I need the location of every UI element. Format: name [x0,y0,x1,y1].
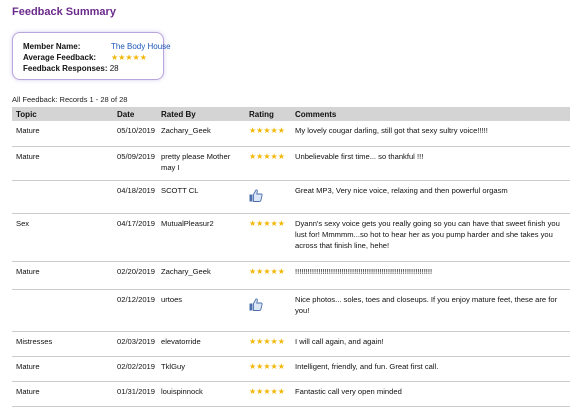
rating-stars: ★★★★★ [249,151,285,161]
header-topic: Topic [12,107,99,121]
header-comments: Comments [291,107,570,121]
feedback-responses-count: 28 [109,64,119,73]
cell-rated-by: pretty please Mother may I [157,146,245,181]
cell-rating [245,289,291,332]
cell-rated-by: Zachary_Geek [157,261,245,290]
table-row: Mature 01/31/2019 louispinnock ★★★★★ Fantast… [12,381,570,407]
cell-date: 04/17/2019 [99,213,157,262]
cell-comments: Fantastic call very open minded [291,381,570,407]
cell-rating: ★★★★★ [245,213,291,262]
table-row: Mature 05/10/2019 Zachary_Geek ★★★★★ My love… [12,121,570,147]
cell-rated-by: urtoes [157,289,245,332]
cell-rating: ★★★★★ [245,146,291,181]
rating-stars: ★★★★★ [249,126,285,135]
cell-topic [12,289,99,332]
rating-stars: ★★★★★ [249,361,285,371]
cell-comments: Great MP3, Very nice voice, relaxing and… [291,180,570,214]
summary-average-row: Average Feedback: ★★★★★ [23,53,147,63]
cell-rated-by: elevatorride [157,331,245,357]
cell-rating: ★★★★★ [245,381,291,407]
member-name-label: Member Name: [23,42,81,51]
member-name-link[interactable]: The Body House [111,42,171,52]
cell-topic: Mature [12,381,99,407]
rating-stars: ★★★★★ [249,336,285,346]
cell-rated-by: louispinnock [157,381,245,407]
cell-date: 02/02/2019 [99,356,157,382]
cell-comments: My lovely cougar darling, still got that… [291,121,570,147]
cell-rated-by: SCOTT CL [157,180,245,214]
cell-rated-by: MutualPleasur2 [157,213,245,262]
summary-responses-row: Feedback Responses: 28 [23,64,119,74]
cell-comments: I will call again, and again! [291,331,570,357]
feedback-responses-label: Feedback Responses: [23,64,108,73]
cell-topic: Sex [12,213,99,262]
cell-comments: Unbelievable first time... so thankful !… [291,146,570,181]
header-rating: Rating [245,107,291,121]
cell-topic: Mature [12,121,99,147]
cell-rating: ★★★★★ [245,356,291,382]
header-date: Date [99,107,157,121]
cell-date: 05/10/2019 [99,121,157,147]
page-title: Feedback Summary [12,6,116,18]
cell-rated-by: TklGuy [157,356,245,382]
records-line: All Feedback: Records 1 - 28 of 28 [12,95,128,104]
feedback-table: Topic Date Rated By Rating Comments Matu… [12,107,570,407]
average-feedback-label: Average Feedback: [23,53,97,62]
cell-topic: Mature [12,146,99,181]
thumbs-up-icon [249,188,287,202]
cell-date: 02/12/2019 [99,289,157,332]
cell-comments: !!!!!!!!!!!!!!!!!!!!!!!!!!!!!!!!!!!!!!!!… [291,261,570,290]
cell-rating [245,180,291,214]
summary-member-row: Member Name: The Body House [23,42,171,52]
average-feedback-stars: ★★★★★ [111,53,147,62]
table-row: Mature 05/09/2019 pretty please Mother may… [12,146,570,181]
cell-comments: Dyann's sexy voice gets you really going… [291,213,570,262]
cell-rated-by: Zachary_Geek [157,121,245,147]
cell-rating: ★★★★★ [245,331,291,357]
cell-topic: Mature [12,261,99,290]
table-row: 02/12/2019 urtoes Nice photos... soles, to… [12,289,570,332]
table-row: 04/18/2019 SCOTT CL Great MP3, Very nice v… [12,180,570,214]
header-rated-by: Rated By [157,107,245,121]
cell-date: 01/31/2019 [99,381,157,407]
summary-box: Member Name: The Body House Average Feedb… [12,32,171,80]
cell-date: 02/03/2019 [99,331,157,357]
table-row: Sex 04/17/2019 MutualPleasur2 ★★★★★ Dyann's … [12,213,570,262]
thumbs-up-icon [249,297,287,311]
table-row: Mature 02/20/2019 Zachary_Geek ★★★★★!!!!!!!… [12,261,570,290]
cell-rating: ★★★★★ [245,261,291,290]
table-header-row: Topic Date Rated By Rating Comments [12,107,570,121]
cell-topic: Mistresses [12,331,99,357]
table-row: Mistresses 02/03/2019 elevatorride ★★★★★ I w… [12,331,570,357]
rating-stars: ★★★★★ [249,386,285,396]
cell-comments: Intelligent, friendly, and fun. Great fi… [291,356,570,382]
rating-stars: ★★★★★ [249,218,285,228]
rating-stars: ★★★★★ [249,266,285,276]
cell-rating: ★★★★★ [245,121,291,147]
cell-comments: Nice photos... soles, toes and closeups.… [291,289,570,332]
cell-date: 02/20/2019 [99,261,157,290]
cell-topic: Mature [12,356,99,382]
cell-date: 05/09/2019 [99,146,157,181]
cell-topic [12,180,99,214]
table-row: Mature 02/02/2019 TklGuy ★★★★★ Intelligent, … [12,356,570,382]
cell-date: 04/18/2019 [99,180,157,214]
